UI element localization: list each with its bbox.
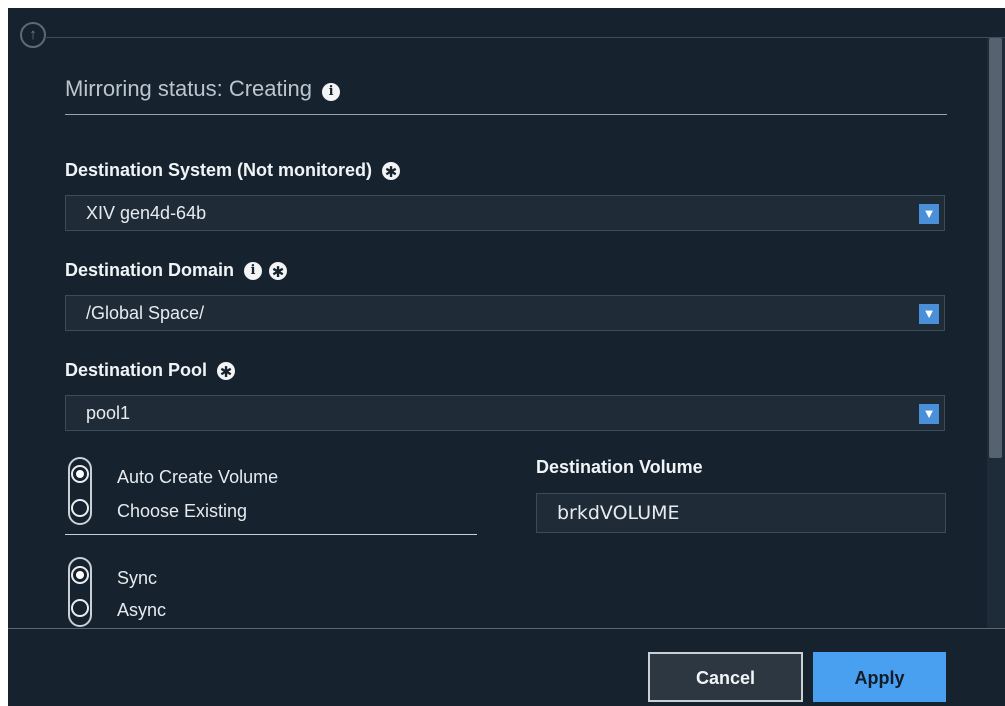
destination-system-select[interactable]: XIV gen4d-64b ▼ xyxy=(65,195,945,231)
arrow-up-circle-icon[interactable]: ↑ xyxy=(20,22,46,48)
sync-label[interactable]: Sync xyxy=(117,568,157,589)
destination-pool-select[interactable]: pool1 ▼ xyxy=(65,395,945,431)
info-icon[interactable]: i xyxy=(244,262,263,281)
destination-volume-input[interactable]: brkdVOLUME xyxy=(536,493,946,533)
sync-mode-radio-group xyxy=(68,557,92,627)
async-label[interactable]: Async xyxy=(117,600,166,621)
status-divider xyxy=(65,114,947,115)
scrollbar[interactable] xyxy=(987,38,1005,628)
chevron-down-icon[interactable]: ▼ xyxy=(919,304,939,324)
async-radio[interactable] xyxy=(71,599,89,617)
volume-mode-radio-group xyxy=(68,457,92,525)
asterisk-required-icon: ✱ xyxy=(269,262,288,281)
destination-volume-label: Destination Volume xyxy=(536,457,703,477)
dialog-footer: Cancel Apply xyxy=(8,628,1005,706)
scrollbar-thumb[interactable] xyxy=(989,38,1002,458)
info-icon[interactable]: i xyxy=(322,83,341,101)
asterisk-required-icon: ✱ xyxy=(382,162,401,181)
destination-system-label: Destination System (Not monitored) ✱ xyxy=(65,160,401,181)
cancel-button[interactable]: Cancel xyxy=(648,652,803,702)
mirroring-status-title: Mirroring status: Creating i xyxy=(65,76,341,102)
destination-domain-select[interactable]: /Global Space/ ▼ xyxy=(65,295,945,331)
choose-existing-label[interactable]: Choose Existing xyxy=(117,501,247,522)
auto-create-volume-label[interactable]: Auto Create Volume xyxy=(117,467,278,488)
apply-button[interactable]: Apply xyxy=(813,652,946,702)
volume-mode-divider xyxy=(65,534,477,535)
destination-domain-value: /Global Space/ xyxy=(86,303,205,323)
destination-system-label-text: Destination System (Not monitored) xyxy=(65,160,373,180)
asterisk-required-icon: ✱ xyxy=(217,362,236,381)
top-divider xyxy=(43,37,1005,38)
mirror-dialog: ↑ Mirroring status: Creating i Destinati… xyxy=(8,8,1005,706)
chevron-down-icon[interactable]: ▼ xyxy=(919,204,939,224)
chevron-down-icon[interactable]: ▼ xyxy=(919,404,939,424)
destination-domain-label-text: Destination Domain xyxy=(65,260,235,280)
destination-pool-value: pool1 xyxy=(86,403,131,423)
choose-existing-radio[interactable] xyxy=(71,499,89,517)
destination-domain-label: Destination Domain i ✱ xyxy=(65,260,288,281)
destination-system-value: XIV gen4d-64b xyxy=(86,203,207,223)
destination-pool-label-text: Destination Pool xyxy=(65,360,208,380)
destination-volume-value: brkdVOLUME xyxy=(557,502,680,524)
sync-radio[interactable] xyxy=(71,566,89,584)
mirroring-status-label: Mirroring status: Creating xyxy=(65,76,312,101)
auto-create-volume-radio[interactable] xyxy=(71,465,89,483)
destination-pool-label: Destination Pool ✱ xyxy=(65,360,236,381)
